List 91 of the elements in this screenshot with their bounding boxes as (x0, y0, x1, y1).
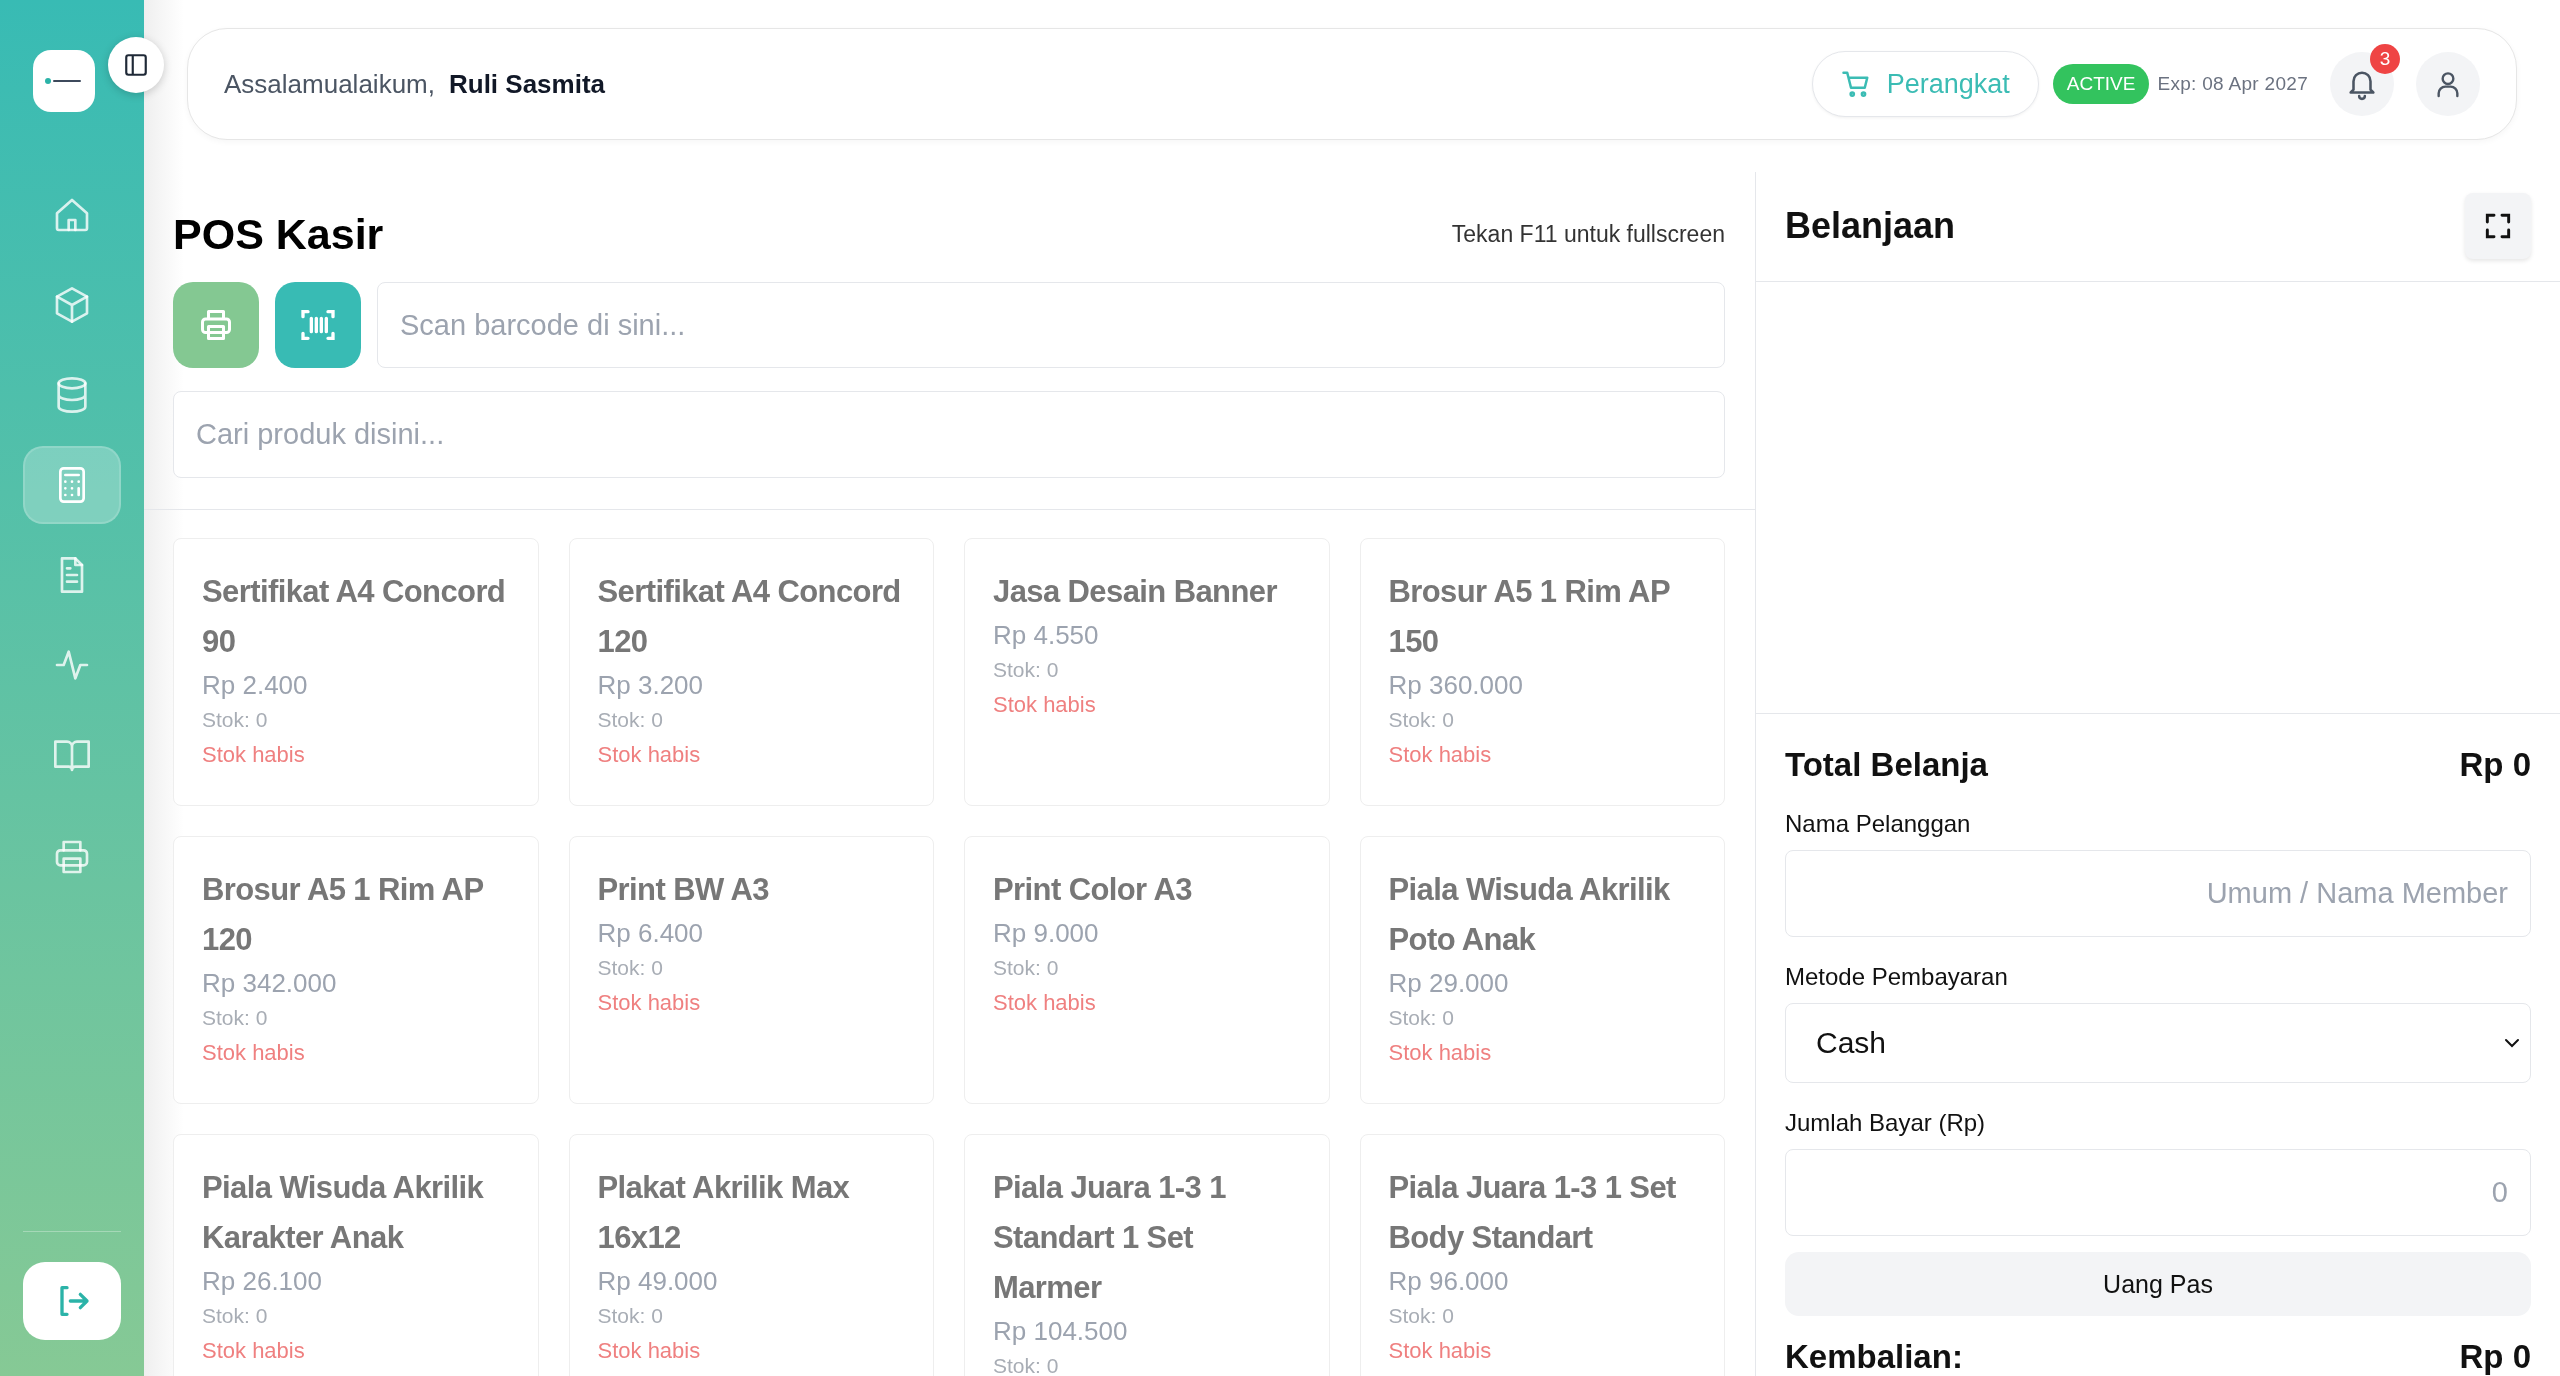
device-button[interactable]: Perangkat (1811, 51, 2039, 117)
total-label: Total Belanja (1785, 746, 1988, 784)
sidebar-item[interactable] (23, 446, 121, 524)
stock-status: Stok habis (202, 1039, 306, 1067)
product-name: Brosur A5 1 Rim AP 150 (1388, 573, 1671, 661)
change-label: Kembalian: (1785, 1338, 1963, 1376)
product-card[interactable]: Sertifikat A4 Concord 90 Rp 2.400 Stok: 0 Stok habis (173, 538, 539, 806)
greeting-text: Assalamualaikum, (224, 68, 435, 100)
logout-button[interactable] (23, 1262, 121, 1340)
stock-status: Stok habis (1388, 741, 1493, 769)
barcode-scan-button[interactable] (275, 282, 361, 368)
change-amount: Rp 0 (2459, 1338, 2531, 1376)
product-stock: Stok: 0 (202, 1005, 269, 1031)
product-stock: Stok: 0 (993, 657, 1060, 683)
stock-status: Stok habis (202, 1337, 306, 1365)
product-name: Plakat Akrilik Max 16x12 (597, 1169, 851, 1257)
product-name: Piala Wisuda Akrilik Poto Anak (1388, 871, 1671, 959)
print-button[interactable] (173, 282, 259, 368)
product-price: Rp 2.400 (202, 669, 309, 702)
stock-status: Stok habis (597, 1337, 702, 1365)
product-price: Rp 9.000 (993, 917, 1100, 950)
product-stock: Stok: 0 (597, 707, 664, 733)
logo-icon (44, 77, 84, 85)
barcode-field[interactable]: Scan barcode di sini... (377, 282, 1725, 368)
product-stock: Stok: 0 (1388, 1005, 1455, 1031)
product-name: Print BW A3 (597, 871, 770, 909)
product-stock: Stok: 0 (597, 955, 664, 981)
exact-amount-button[interactable]: Uang Pas (1785, 1252, 2531, 1316)
product-card[interactable]: Brosur A5 1 Rim AP 120 Rp 342.000 Stok: 0 Stok habis (173, 836, 539, 1104)
customer-label: Nama Pelanggan (1785, 810, 1972, 838)
product-card[interactable]: Piala Wisuda Akrilik Poto Anak Rp 29.000 Stok: 0 Stok habis (1359, 836, 1725, 1104)
stock-status: Stok habis (1388, 1337, 1493, 1365)
product-price: Rp 96.000 (1388, 1265, 1510, 1298)
product-card[interactable]: Sertifikat A4 Concord 120 Rp 3.200 Stok: 0 Stok habis (568, 538, 934, 806)
expiry-date: Exp: 08 Apr 2027 (2157, 73, 2308, 95)
product-price: Rp 29.000 (1388, 967, 1510, 1000)
fullscreen-hint: Tekan F11 untuk fullscreen (1451, 220, 1725, 248)
license-status-badge: ACTIVE (2052, 64, 2150, 104)
product-stock: Stok: 0 (597, 1303, 664, 1329)
product-price: Rp 26.100 (202, 1265, 323, 1298)
product-name: Jasa Desain Banner (993, 573, 1278, 611)
cart-title: Belanjaan (1785, 205, 1956, 248)
stock-status: Stok habis (202, 741, 306, 769)
product-price: Rp 49.000 (597, 1265, 719, 1298)
sidebar-toggle-button[interactable] (108, 37, 164, 93)
product-card[interactable]: Brosur A5 1 Rim AP 150 Rp 360.000 Stok: 0 Stok habis (1359, 538, 1725, 806)
user-name: Ruli Sasmita (449, 68, 606, 100)
product-stock: Stok: 0 (1388, 707, 1455, 733)
product-card[interactable]: Print Color A3 Rp 9.000 Stok: 0 Stok habis (964, 836, 1330, 1104)
product-price: Rp 360.000 (1388, 669, 1524, 702)
stock-status: Stok habis (993, 691, 1097, 719)
product-stock: Stok: 0 (1388, 1303, 1455, 1329)
product-card[interactable]: Plakat Akrilik Max 16x12 Rp 49.000 Stok: 0 Stok habis (568, 1134, 934, 1376)
fullscreen-button[interactable] (2465, 193, 2531, 260)
product-stock: Stok: 0 (202, 707, 269, 733)
page-title: POS Kasir (173, 209, 384, 259)
stock-status: Stok habis (1388, 1039, 1493, 1067)
product-name: Sertifikat A4 Concord 120 (597, 573, 902, 661)
total-amount: Rp 0 (2459, 746, 2531, 784)
notification-count-badge: 3 (2370, 44, 2400, 74)
product-stock: Stok: 0 (993, 955, 1060, 981)
product-price: Rp 4.550 (993, 619, 1100, 652)
product-card[interactable]: Piala Wisuda Akrilik Karakter Anak Rp 26.100 Stok: 0 Stok habis (173, 1134, 539, 1376)
stock-status: Stok habis (993, 989, 1097, 1017)
customer-field[interactable]: Umum / Nama Member (1785, 850, 2531, 937)
product-search-field[interactable]: Cari produk disini... (173, 391, 1725, 478)
product-price: Rp 104.500 (993, 1315, 1129, 1348)
stock-status: Stok habis (597, 741, 702, 769)
product-name: Piala Juara 1-3 1 Set Body Standart (1388, 1169, 1677, 1257)
product-name: Piala Juara 1-3 1 Standart 1 Set Marmer (993, 1169, 1227, 1307)
payment-method-label: Metode Pembayaran (1785, 963, 2009, 991)
product-card[interactable]: Piala Juara 1-3 1 Standart 1 Set Marmer Rp 104.500 Stok: 0 (964, 1134, 1330, 1376)
product-stock: Stok: 0 (202, 1303, 269, 1329)
stock-status: Stok habis (597, 989, 702, 1017)
product-name: Sertifikat A4 Concord 90 (202, 573, 507, 661)
product-card[interactable]: Jasa Desain Banner Rp 4.550 Stok: 0 Stok habis (964, 538, 1330, 806)
cart-icon (1840, 69, 1871, 99)
printer-icon (198, 307, 234, 343)
product-name: Brosur A5 1 Rim AP 120 (202, 871, 484, 959)
product-card[interactable]: Piala Juara 1-3 1 Set Body Standart Rp 96.000 Stok: 0 Stok habis (1359, 1134, 1725, 1376)
product-price: Rp 342.000 (202, 967, 338, 1000)
product-name: Piala Wisuda Akrilik Karakter Anak (202, 1169, 485, 1257)
amount-paid-label: Jumlah Bayar (Rp) (1785, 1109, 1987, 1137)
product-price: Rp 3.200 (597, 669, 705, 702)
amount-paid-field[interactable]: 0 (1785, 1149, 2531, 1236)
product-card[interactable]: Print BW A3 Rp 6.400 Stok: 0 Stok habis (568, 836, 934, 1104)
product-price: Rp 6.400 (597, 917, 705, 950)
product-stock: Stok: 0 (993, 1353, 1060, 1376)
product-name: Print Color A3 (993, 871, 1193, 909)
payment-method-dropdown[interactable]: Cash (1785, 1003, 2531, 1083)
sidebar-panel-icon (123, 52, 149, 78)
